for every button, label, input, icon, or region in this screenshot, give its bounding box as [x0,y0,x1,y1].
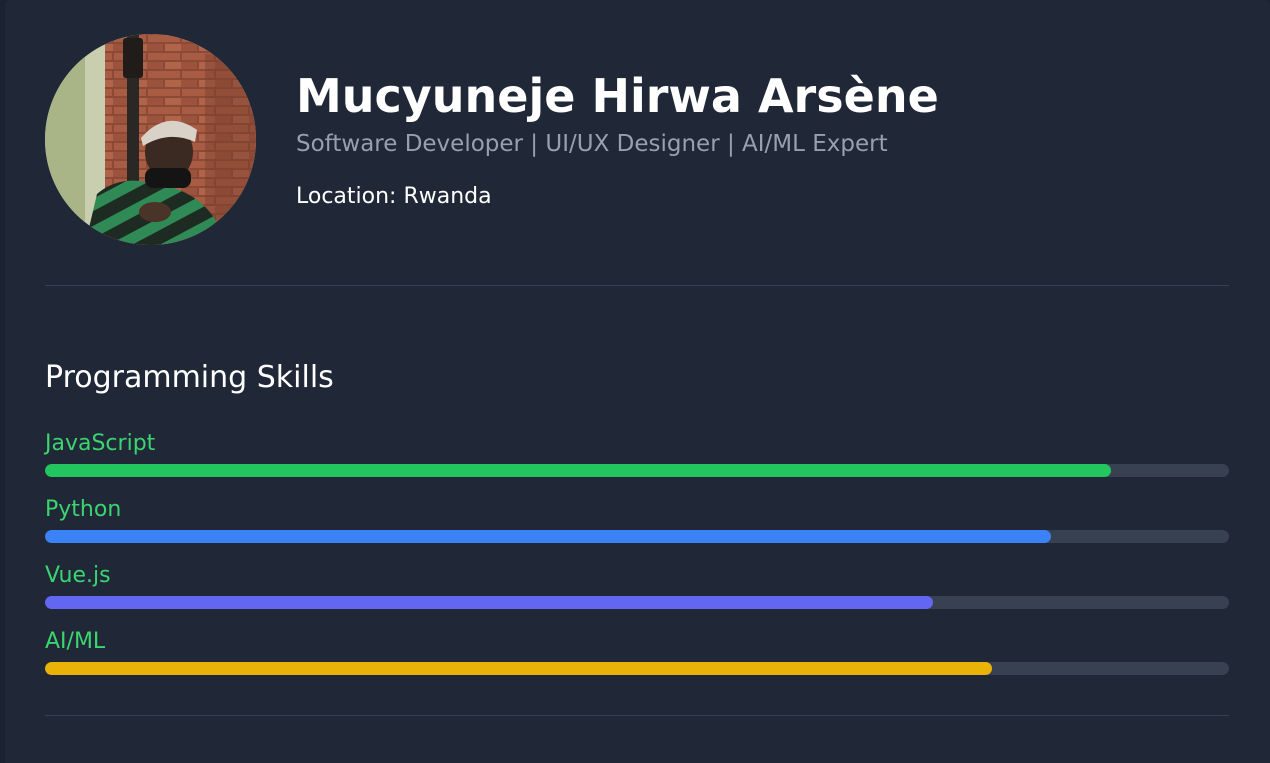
header-divider [45,285,1229,286]
skill-item: JavaScript [45,430,1229,477]
profile-avatar [45,34,256,245]
skill-progress-track [45,596,1229,609]
skill-progress-fill [45,530,1052,543]
skill-progress-fill [45,662,993,675]
skill-label: AI/ML [45,629,106,654]
skill-label: Python [45,497,122,522]
profile-card: Mucyuneje Hirwa Arsène Software Develope… [5,0,1270,763]
profile-photo [45,34,256,245]
skill-progress-fill [45,464,1111,477]
profile-name: Mucyuneje Hirwa Arsène [296,69,939,123]
section-divider [45,715,1229,716]
skill-progress-track [45,530,1229,543]
profile-subtitle: Software Developer | UI/UX Designer | AI… [296,131,888,157]
skill-progress-track [45,464,1229,477]
skill-progress-fill [45,596,933,609]
skill-label: Vue.js [45,563,111,588]
skills-section-title: Programming Skills [45,360,334,395]
skill-item: Python [45,496,1229,543]
skill-label: JavaScript [45,431,156,456]
skill-item: AI/ML [45,628,1229,675]
skill-progress-track [45,662,1229,675]
profile-location: Location: Rwanda [296,184,492,209]
skill-item: Vue.js [45,562,1229,609]
